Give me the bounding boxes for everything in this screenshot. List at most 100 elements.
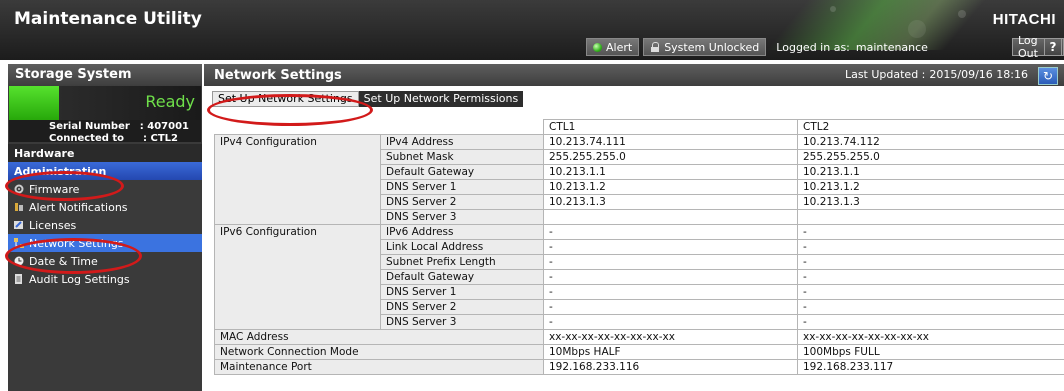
row-label: Link Local Address bbox=[380, 239, 544, 255]
sidebar-item-label: Audit Log Settings bbox=[29, 272, 130, 286]
serial-number-label: Serial Number bbox=[49, 121, 130, 132]
row-label: DNS Server 1 bbox=[380, 284, 544, 300]
lock-icon bbox=[650, 42, 660, 52]
ctl2-value: - bbox=[797, 254, 1064, 270]
table-row: Maintenance Port 192.168.233.116 192.168.2… bbox=[214, 359, 1064, 375]
group-label: IPv6 Configuration bbox=[214, 224, 381, 330]
row-label: IPv6 Address bbox=[380, 224, 544, 240]
alert-label: Alert bbox=[606, 40, 633, 54]
ctl1-value: - bbox=[543, 269, 798, 285]
status-strip: Alert System Unlocked Logged in as: main… bbox=[586, 38, 928, 56]
serial-number-value: : 407001 bbox=[139, 121, 190, 132]
main-panel: Network Settings Last Updated : 2015/09/… bbox=[204, 64, 1064, 391]
ctl1-value: - bbox=[543, 299, 798, 315]
table-row: Network Connection Mode 10Mbps HALF 100Mbp… bbox=[214, 344, 1064, 360]
tab-set-up-network-settings[interactable]: Set Up Network Settings bbox=[212, 91, 359, 107]
ctl2-value: 100Mbps FULL bbox=[797, 344, 1064, 360]
username: maintenance bbox=[855, 40, 928, 54]
ctl1-value: - bbox=[543, 254, 798, 270]
licenses-icon bbox=[14, 220, 24, 230]
alert-led-icon bbox=[593, 42, 602, 52]
row-label: Default Gateway bbox=[380, 164, 544, 180]
ctl2-value: - bbox=[797, 284, 1064, 300]
sidebar-item-network-settings[interactable]: Network Settings bbox=[8, 234, 202, 252]
sidebar-item-label: Firmware bbox=[29, 182, 80, 196]
ctl1-value: - bbox=[543, 314, 798, 330]
sidebar-item-label: Administration bbox=[14, 164, 107, 178]
ctl1-value: 192.168.233.116 bbox=[543, 359, 798, 375]
ctl2-value: 10.213.74.112 bbox=[797, 134, 1064, 150]
sidebar-nav: Hardware Administration Firmware Alert N… bbox=[8, 144, 202, 288]
system-lock-button[interactable]: System Unlocked bbox=[643, 38, 767, 56]
header-spacer bbox=[214, 119, 544, 135]
last-updated-value: 2015/09/16 18:16 bbox=[929, 68, 1028, 81]
network-settings-icon bbox=[14, 238, 24, 248]
sidebar-item-label: Network Settings bbox=[29, 236, 124, 250]
sidebar-item-label: Alert Notifications bbox=[29, 200, 128, 214]
top-banner: Maintenance Utility HITACHI Alert System… bbox=[0, 0, 1064, 60]
connected-to-row: Connected to: CTL2 bbox=[49, 133, 178, 144]
ctl1-value: - bbox=[543, 224, 798, 240]
row-label: DNS Server 2 bbox=[380, 299, 544, 315]
group-label: IPv4 Configuration bbox=[214, 134, 381, 225]
column-header-ctl2: CTL2 bbox=[797, 119, 1064, 135]
tab-set-up-network-permissions[interactable]: Set Up Network Permissions bbox=[358, 91, 526, 107]
ctl2-value: 10.213.1.1 bbox=[797, 164, 1064, 180]
ctl1-value: 10.213.1.1 bbox=[543, 164, 798, 180]
ctl1-value: - bbox=[543, 239, 798, 255]
table-row: IPv4 Configuration IPv4 Address 10.213.74.… bbox=[214, 134, 1064, 225]
table-row: MAC Address xx-xx-xx-xx-xx-xx-xx-xx xx-xx-… bbox=[214, 329, 1064, 345]
tab-bar: Set Up Network Settings Set Up Network P… bbox=[204, 86, 1064, 110]
status-indicator bbox=[9, 86, 59, 120]
sidebar-item-administration[interactable]: Administration bbox=[8, 162, 202, 180]
sidebar-item-hardware[interactable]: Hardware bbox=[8, 144, 202, 162]
alert-notifications-icon bbox=[14, 202, 24, 212]
sidebar: Storage System Ready Serial Number : 4070… bbox=[8, 64, 202, 391]
page-title: Network Settings bbox=[214, 67, 342, 83]
ctl1-value: 255.255.255.0 bbox=[543, 149, 798, 165]
ctl2-value: - bbox=[797, 299, 1064, 315]
clock-icon bbox=[14, 256, 24, 266]
column-header-ctl1: CTL1 bbox=[543, 119, 798, 135]
sidebar-item-label: Date & Time bbox=[29, 254, 98, 268]
ctl2-value: 10.213.1.3 bbox=[797, 194, 1064, 210]
panel-header: Network Settings Last Updated : 2015/09/… bbox=[204, 64, 1064, 86]
sidebar-item-label: Hardware bbox=[14, 146, 75, 160]
row-label: DNS Server 3 bbox=[380, 314, 544, 330]
ctl2-value: - bbox=[797, 269, 1064, 285]
banner-dot bbox=[908, 20, 926, 38]
sidebar-item-date-time[interactable]: Date & Time bbox=[8, 252, 202, 270]
serial-number-row: Serial Number : 407001 bbox=[49, 121, 189, 132]
ctl1-value: 10.213.1.2 bbox=[543, 179, 798, 195]
system-status-panel: Ready Serial Number : 407001 Connected to… bbox=[9, 86, 201, 144]
ctl1-value bbox=[543, 209, 798, 225]
sidebar-item-audit-log-settings[interactable]: Audit Log Settings bbox=[8, 270, 202, 288]
help-button[interactable]: ? bbox=[1044, 38, 1062, 56]
refresh-button[interactable]: ↻ bbox=[1038, 67, 1058, 85]
sidebar-item-alert-notifications[interactable]: Alert Notifications bbox=[8, 198, 202, 216]
ctl2-value: 192.168.233.117 bbox=[797, 359, 1064, 375]
alert-button[interactable]: Alert bbox=[586, 38, 640, 56]
row-label: Network Connection Mode bbox=[214, 344, 544, 360]
sidebar-item-licenses[interactable]: Licenses bbox=[8, 216, 202, 234]
row-label: DNS Server 2 bbox=[380, 194, 544, 210]
status-text: Ready bbox=[145, 92, 195, 111]
sidebar-item-firmware[interactable]: Firmware bbox=[8, 180, 202, 198]
ctl2-value: 10.213.1.2 bbox=[797, 179, 1064, 195]
row-label: DNS Server 3 bbox=[380, 209, 544, 225]
row-label: Subnet Prefix Length bbox=[380, 254, 544, 270]
sidebar-title: Storage System bbox=[8, 64, 202, 86]
ctl1-value: 10.213.74.111 bbox=[543, 134, 798, 150]
ctl2-value: - bbox=[797, 224, 1064, 240]
ctl2-value: - bbox=[797, 239, 1064, 255]
last-updated: Last Updated : 2015/09/16 18:16 bbox=[845, 68, 1028, 81]
row-label: Default Gateway bbox=[380, 269, 544, 285]
ctl1-value: xx-xx-xx-xx-xx-xx-xx-xx bbox=[543, 329, 798, 345]
banner-dot bbox=[958, 10, 966, 18]
ctl2-value: xx-xx-xx-xx-xx-xx-xx-xx bbox=[797, 329, 1064, 345]
firmware-icon bbox=[14, 184, 24, 194]
maintenance-utility-window: Maintenance Utility HITACHI Alert System… bbox=[0, 0, 1064, 391]
ctl1-value: 10.213.1.3 bbox=[543, 194, 798, 210]
refresh-icon: ↻ bbox=[1042, 69, 1054, 83]
connected-to-value: : CTL2 bbox=[143, 133, 178, 144]
